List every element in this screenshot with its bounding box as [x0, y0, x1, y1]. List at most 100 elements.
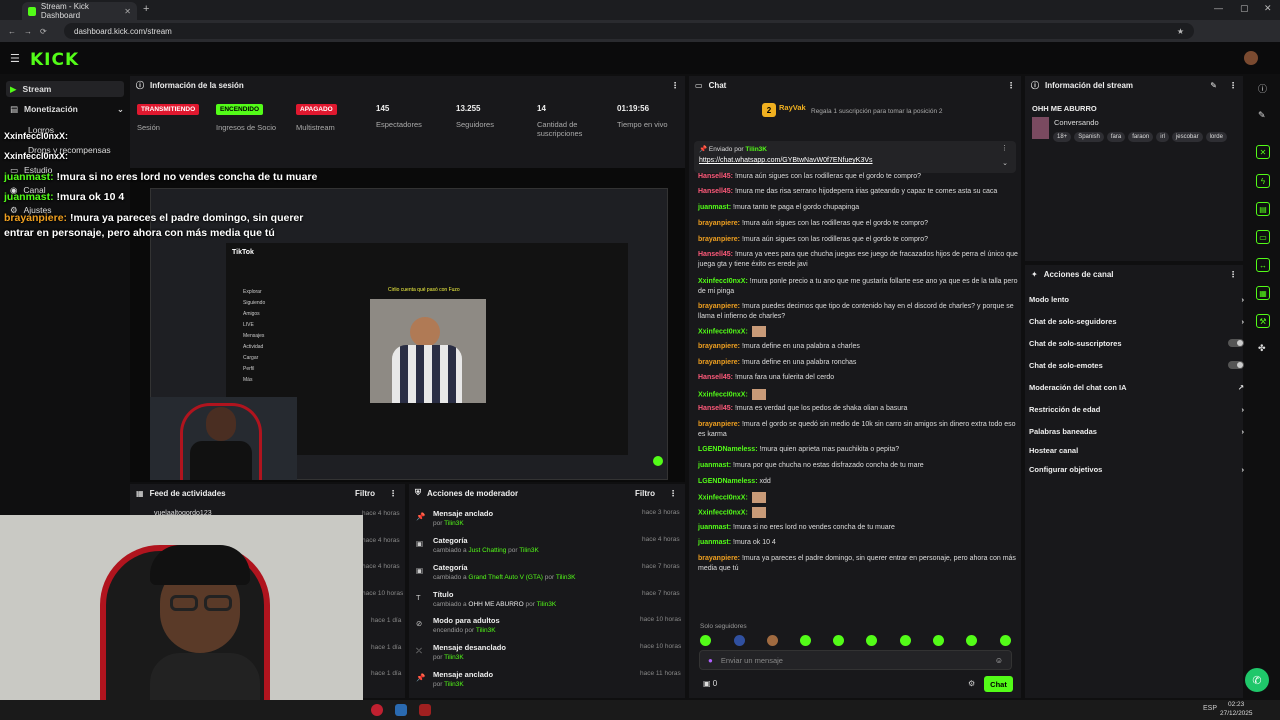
more-options-icon[interactable]: ⋮	[1229, 270, 1237, 279]
reload-icon[interactable]: ⟳	[40, 27, 47, 36]
chat-username[interactable]: juanmast:	[698, 524, 731, 531]
chat-username[interactable]: juanmast:	[698, 462, 731, 469]
close-window-icon[interactable]: ✕	[1264, 3, 1272, 14]
chat-username[interactable]: XxinfeccI0nxX:	[698, 278, 748, 285]
chat-message[interactable]: brayanpiere: !mura aún sigues con las ro…	[698, 235, 1018, 245]
chat-message[interactable]: brayanpiere: !mura define en una palabra…	[698, 358, 1018, 368]
lightning-icon[interactable]: ϟ	[1256, 174, 1270, 188]
filter-button[interactable]: Filtro	[355, 489, 375, 498]
chat-username[interactable]: Hansell45:	[698, 405, 733, 412]
sidebar-item-stream[interactable]: ▶ Stream	[6, 81, 124, 97]
chat-message[interactable]: LGENDNameless: !mura quien aprieta mas p…	[698, 445, 1018, 455]
info-icon[interactable]: ⓘ	[1258, 82, 1267, 95]
chat-username[interactable]: XxinfeccI0nxX:	[698, 509, 748, 516]
more-options-icon[interactable]: ⋮	[389, 489, 397, 498]
channel-action-ai-moderation[interactable]: Moderación del chat con IA ↗	[1029, 380, 1244, 394]
channel-action-age-restriction[interactable]: Restricción de edad ›	[1029, 402, 1244, 416]
chat-message[interactable]: juanmast: !mura si no eres lord no vende…	[698, 523, 1018, 533]
chat-settings-icon[interactable]: ⚙	[968, 679, 975, 688]
more-options-icon[interactable]: ⋮	[669, 489, 677, 498]
forward-icon[interactable]: →	[24, 27, 32, 36]
language-indicator[interactable]: ESP	[1203, 705, 1217, 712]
chat-input[interactable]: ● Enviar un mensaje ☺	[699, 650, 1012, 670]
bookmark-star-icon[interactable]: ★	[1177, 27, 1184, 36]
emote-icon[interactable]	[767, 635, 778, 646]
emote-icon[interactable]	[800, 635, 811, 646]
chat-message[interactable]: juanmast: !mura tanto te paga el gordo c…	[698, 203, 1018, 213]
chat-username[interactable]: XxinfeccI0nxX:	[698, 494, 748, 501]
avatar[interactable]	[1244, 51, 1258, 65]
chat-message[interactable]: brayanpiere: !mura ya pareces el padre d…	[698, 554, 1018, 573]
top-gifter-name[interactable]: RayVak	[779, 103, 806, 112]
chat-username[interactable]: XxinfeccI0nxX:	[698, 391, 748, 398]
chat-message[interactable]: Hansell45: !mura me das risa serrano hij…	[698, 187, 1018, 197]
chat-message[interactable]: XxinfeccI0nxX: !mura ponle precio a tu a…	[698, 277, 1018, 296]
chat-message[interactable]: brayanpiere: !mura puedes decirnos que t…	[698, 302, 1018, 321]
new-tab-icon[interactable]: +	[143, 3, 149, 15]
chat-message[interactable]: Hansell45: !mura es verdad que los pedos…	[698, 404, 1018, 414]
help-chat-button[interactable]: ✆	[1245, 668, 1269, 692]
channel-action-emotes-only[interactable]: Chat de solo-emotes	[1029, 358, 1244, 372]
emoji-icon[interactable]: ☺	[995, 656, 1003, 665]
channel-action-banned-words[interactable]: Palabras baneadas ›	[1029, 424, 1244, 438]
chat-message[interactable]: brayanpiere: !mura define en una palabra…	[698, 342, 1018, 352]
chat-message[interactable]: LGENDNameless: xdd	[698, 477, 1018, 487]
chat-username[interactable]: brayanpiere:	[698, 220, 740, 227]
more-options-icon[interactable]: ⋮	[671, 81, 679, 90]
gift-sub-prompt[interactable]: Regala 1 suscripción para tomar la posic…	[811, 108, 943, 115]
chat-username[interactable]: Hansell45:	[698, 188, 733, 195]
edit-icon[interactable]: ✎	[1258, 110, 1266, 121]
sidebar-item-monetizacion[interactable]: ▤ Monetización ⌄	[6, 101, 124, 117]
chat-message[interactable]: XxinfeccI0nxX:	[698, 507, 1018, 518]
emote-icon[interactable]	[866, 635, 877, 646]
more-options-icon[interactable]: ⋮	[1007, 81, 1015, 90]
chat-username[interactable]: XxinfeccI0nxX:	[698, 328, 748, 335]
chat-username[interactable]: Hansell45:	[698, 374, 733, 381]
chat-message[interactable]: brayanpiere: !mura aún sigues con las ro…	[698, 219, 1018, 229]
chat-message[interactable]: juanmast: !mura ok 10 4	[698, 538, 1018, 548]
chat-username[interactable]: brayanpiere:	[698, 303, 740, 310]
kick-logo[interactable]: KICK	[30, 50, 79, 70]
grid-icon[interactable]: ▦	[1256, 286, 1270, 300]
chat-username[interactable]: LGENDNameless:	[698, 478, 758, 485]
document-icon[interactable]: ▤	[1256, 202, 1270, 216]
back-icon[interactable]: ←	[8, 27, 16, 36]
chat-username[interactable]: brayanpiere:	[698, 421, 740, 428]
channel-action-followers-only[interactable]: Chat de solo-seguidores ›	[1029, 314, 1244, 328]
chat-username[interactable]: brayanpiere:	[698, 236, 740, 243]
chat-message[interactable]: Hansell45: !mura aún sigues con las rodi…	[698, 172, 1018, 182]
more-options-icon[interactable]: ⋮	[1229, 81, 1237, 90]
pinned-link[interactable]: https://chat.whatsapp.com/GYBtwNavW0f7EN…	[699, 157, 873, 164]
channel-action-host[interactable]: Hostear canal	[1029, 443, 1244, 457]
expand-icon[interactable]: ↔	[1256, 258, 1270, 272]
widget-icon[interactable]: ✕	[1256, 145, 1270, 159]
emote-icon[interactable]	[933, 635, 944, 646]
toggle-switch[interactable]	[1228, 361, 1244, 369]
chat-username[interactable]: juanmast:	[698, 539, 731, 546]
channel-action-slow-mode[interactable]: Modo lento ›	[1029, 292, 1244, 306]
emote-icon[interactable]	[734, 635, 745, 646]
puzzle-icon[interactable]: ✤	[1258, 343, 1266, 354]
emote-icon[interactable]	[1000, 635, 1011, 646]
chat-message[interactable]: Hansell45: !mura fara una fulerita del c…	[698, 373, 1018, 383]
chat-message[interactable]: brayanpiere: !mura el gordo se quedó sin…	[698, 420, 1018, 439]
obs-icon[interactable]	[371, 704, 383, 716]
chat-username[interactable]: juanmast:	[698, 204, 731, 211]
emote-icon[interactable]	[833, 635, 844, 646]
chat-message[interactable]: juanmast: !mura por que chucha no estas …	[698, 461, 1018, 471]
chat-message[interactable]: Hansell45: !mura ya vees para que chucha…	[698, 250, 1018, 269]
pinned-more-icon[interactable]: ⋮	[1001, 144, 1008, 152]
emote-icon[interactable]	[700, 635, 711, 646]
menu-hamburger-icon[interactable]: ☰	[10, 52, 20, 65]
chat-username[interactable]: brayanpiere:	[698, 555, 740, 562]
filter-button[interactable]: Filtro	[635, 489, 655, 498]
maximize-icon[interactable]: ▢	[1240, 3, 1249, 14]
emote-icon[interactable]	[900, 635, 911, 646]
tab-close-icon[interactable]: ✕	[124, 7, 131, 16]
chat-username[interactable]: Hansell45:	[698, 251, 733, 258]
chat-message[interactable]: XxinfeccI0nxX:	[698, 326, 1018, 337]
emote-icon[interactable]	[966, 635, 977, 646]
wrench-icon[interactable]: ⚒	[1256, 314, 1270, 328]
steam-icon[interactable]	[395, 704, 407, 716]
chat-send-button[interactable]: Chat	[984, 676, 1013, 692]
